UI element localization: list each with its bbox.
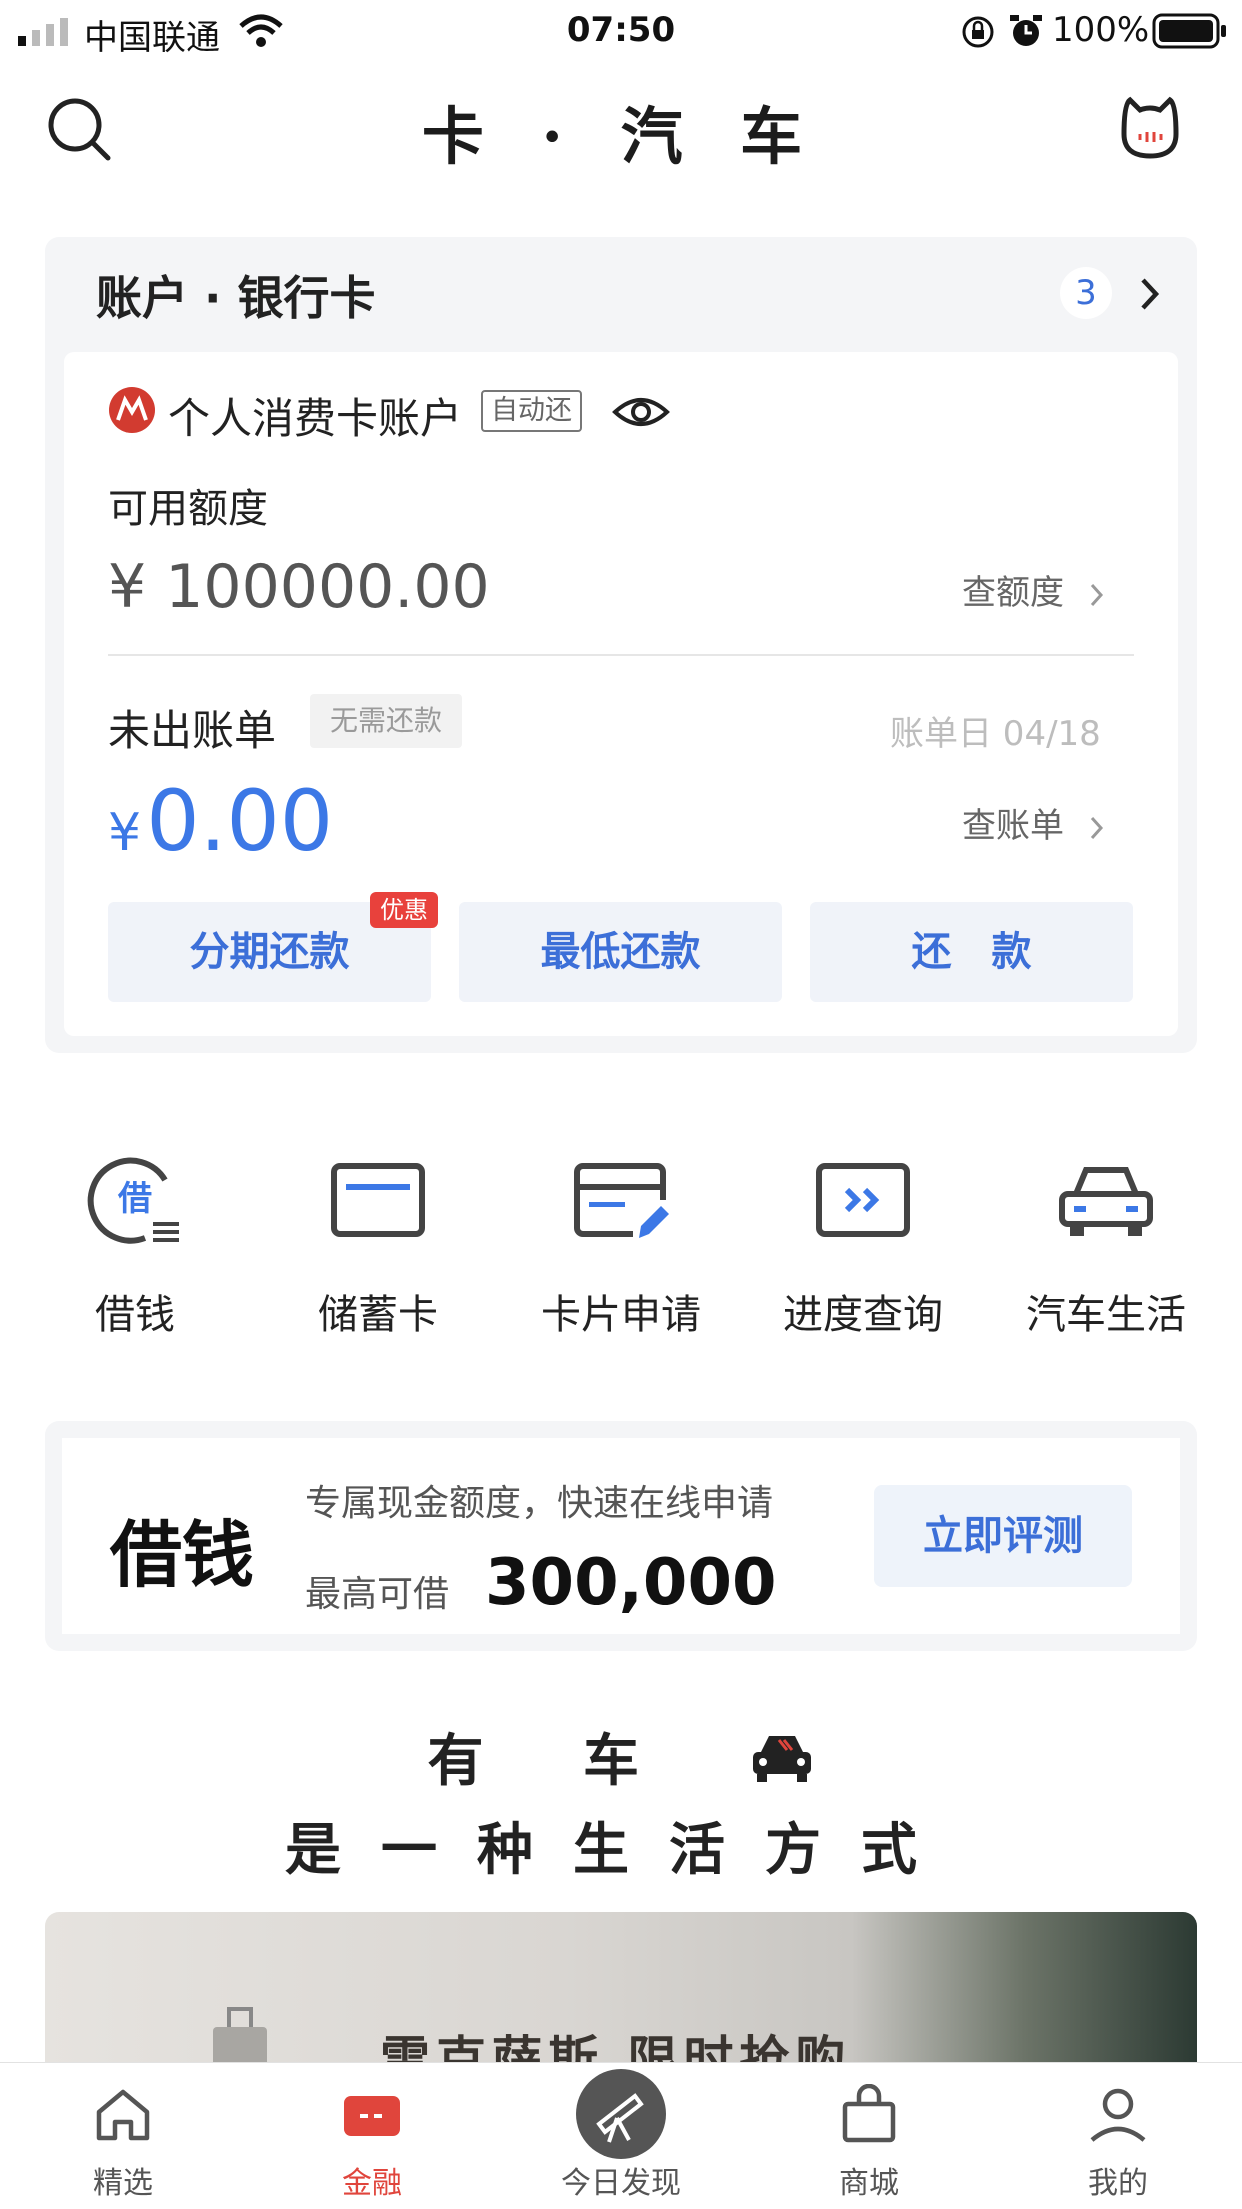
evaluate-now-button[interactable]: 立即评测: [874, 1485, 1132, 1587]
debit-card-icon: [331, 1163, 425, 1237]
shopping-bag-icon: [842, 2084, 896, 2143]
telescope-icon: [576, 2069, 666, 2159]
tab-label: 商城: [839, 2166, 899, 2201]
quick-entry-label: 借钱: [95, 1292, 175, 1338]
progress-icon: [816, 1163, 910, 1237]
bank-logo-icon: [109, 387, 155, 433]
no-payment-tag: 无需还款: [310, 694, 463, 748]
available-limit-amount: ¥ 100000.00: [108, 552, 490, 622]
chevron-right-icon: [1090, 816, 1103, 839]
unbilled-amount: ¥ 0.00: [108, 772, 333, 870]
status-bar: 中国联通 07:50 100%: [0, 0, 1242, 62]
borrow-icon: 借: [87, 1157, 179, 1244]
profile-icon: [1090, 2088, 1146, 2142]
currency-symbol: ¥: [108, 803, 142, 863]
loan-description: 专属现金额度，快速在线申请: [305, 1483, 774, 1524]
tab-mall[interactable]: 商城: [769, 2062, 969, 2208]
autopay-tag: 自动还: [481, 390, 582, 432]
wallet-icon: [344, 2096, 400, 2136]
account-name: 个人消费卡账户: [168, 394, 463, 443]
tab-featured[interactable]: 精选: [23, 2062, 223, 2208]
loan-max-label: 最高可借: [305, 1574, 450, 1615]
tab-finance[interactable]: 金融: [272, 2062, 472, 2208]
eye-icon[interactable]: [612, 392, 670, 432]
tab-label: 我的: [1088, 2166, 1148, 2201]
home-icon: [96, 2089, 150, 2141]
battery-icon: [1152, 13, 1226, 49]
car-emblem-icon: [752, 1736, 811, 1782]
unbilled-label: 未出账单: [108, 706, 277, 755]
divider: [108, 654, 1134, 656]
repay-button[interactable]: 还 款: [810, 902, 1133, 1002]
account-section-title[interactable]: 账户 · 银行卡: [96, 262, 376, 328]
tab-profile[interactable]: 我的: [1018, 2062, 1218, 2208]
chevron-right-icon[interactable]: [1138, 276, 1162, 312]
check-bill-label: 查账单: [962, 806, 1064, 846]
loan-title: 借钱: [110, 1512, 255, 1597]
rotation-lock-icon: [962, 16, 994, 48]
quick-entry-label: 汽车生活: [1026, 1292, 1186, 1338]
slogan-line-2: 是一种生活方式: [285, 1817, 957, 1883]
tab-label: 金融: [342, 2166, 402, 2201]
check-limit-link[interactable]: 查额度: [962, 565, 1105, 614]
slogan-line-1: 有 车: [0, 1716, 1242, 1797]
check-limit-label: 查额度: [962, 573, 1064, 613]
alarm-icon: [1010, 15, 1042, 46]
slogan-text-1: 有 车: [427, 1728, 679, 1794]
luggage-image: [213, 2007, 267, 2062]
tab-label: 精选: [93, 2166, 153, 2201]
discount-tag: 优惠: [370, 892, 438, 928]
tab-label: 今日发现: [561, 2166, 681, 2201]
unbilled-value: 0.00: [146, 772, 334, 870]
quick-entry-label: 储蓄卡: [318, 1292, 438, 1338]
svg-text:借: 借: [117, 1179, 152, 1219]
quick-entry-car-life[interactable]: 汽车生活: [996, 1150, 1216, 1340]
quick-entry-debit-card[interactable]: 储蓄卡: [268, 1150, 488, 1340]
page-title: 卡 · 汽 车: [421, 100, 821, 173]
available-limit-label: 可用额度: [108, 486, 268, 532]
quick-entry-label: 进度查询: [783, 1292, 943, 1338]
quick-entry-label: 卡片申请: [541, 1292, 701, 1338]
battery-percent: 100%: [1052, 10, 1150, 50]
quick-entry-progress[interactable]: 进度查询: [753, 1150, 973, 1340]
bill-date: 账单日 04/18: [890, 714, 1101, 754]
minimum-repay-button[interactable]: 最低还款: [459, 902, 782, 1002]
card-count-badge[interactable]: 3: [1060, 267, 1112, 319]
loan-max-amount: 300,000: [485, 1546, 777, 1620]
chevron-right-icon: [1090, 583, 1103, 606]
mascot-cat-icon[interactable]: [1118, 94, 1182, 160]
quick-entry-borrow[interactable]: 借 借钱: [25, 1150, 245, 1340]
car-icon: [1059, 1167, 1153, 1236]
tab-discover[interactable]: 今日发现: [521, 2062, 721, 2208]
card-apply-icon: [574, 1163, 669, 1238]
quick-entry-card-apply[interactable]: 卡片申请: [511, 1150, 731, 1340]
check-bill-link[interactable]: 查账单: [962, 798, 1105, 847]
